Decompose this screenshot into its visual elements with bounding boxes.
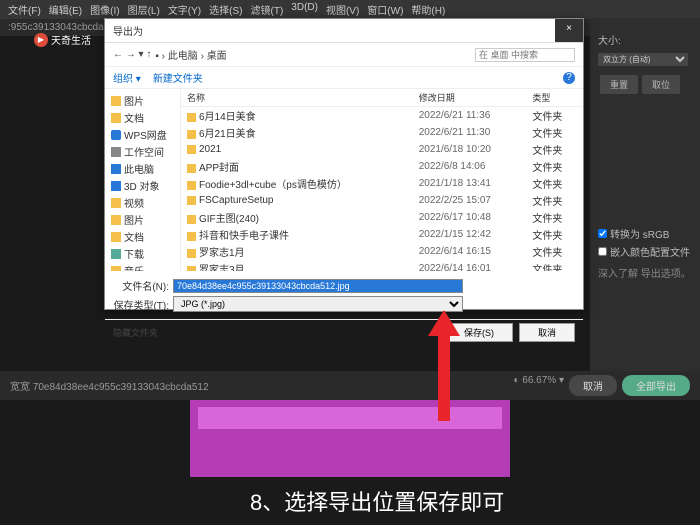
folder-icon xyxy=(111,232,121,242)
folder-icon xyxy=(111,198,121,208)
folder-icon xyxy=(187,145,196,154)
export-options-panel: 大小: 双立方 (自动) 重置取位 转换为 sRGB 嵌入颜色配置文件 深入了解… xyxy=(590,18,700,398)
table-row[interactable]: FSCaptureSetup2022/2/25 15:07文件夹 xyxy=(181,192,583,209)
menu-item[interactable]: 编辑(E) xyxy=(49,2,82,17)
table-row[interactable]: 罗家志1月2022/6/14 16:15文件夹 xyxy=(181,243,583,260)
filename-input[interactable] xyxy=(173,279,463,293)
folder-icon xyxy=(187,113,196,122)
size-label: 大小: xyxy=(598,32,692,47)
table-row[interactable]: APP封面2022/6/8 14:06文件夹 xyxy=(181,158,583,175)
menu-item[interactable]: 3D(D) xyxy=(291,2,318,17)
hide-folders-toggle[interactable]: 隐藏文件夹 xyxy=(113,326,158,339)
sidebar-item[interactable]: 音乐 xyxy=(111,262,174,271)
folder-icon xyxy=(187,215,196,224)
folder-icon xyxy=(187,232,196,241)
preset-select[interactable]: 双立方 (自动) xyxy=(598,53,688,66)
folder-icon xyxy=(111,266,121,272)
folder-icon xyxy=(187,164,196,173)
relayout-button[interactable]: 取位 xyxy=(642,75,680,94)
menu-item[interactable]: 文件(F) xyxy=(8,2,41,17)
menu-item[interactable]: 选择(S) xyxy=(209,2,242,17)
menu-item[interactable]: 文字(Y) xyxy=(168,2,201,17)
sidebar-item[interactable]: 此电脑 xyxy=(111,160,174,177)
table-row[interactable]: 6月14日美食2022/6/21 11:36文件夹 xyxy=(181,107,583,125)
help-icon[interactable]: ? xyxy=(563,72,575,84)
cancel-button[interactable]: 取消 xyxy=(519,323,575,342)
sidebar-item[interactable]: 工作空间 xyxy=(111,143,174,160)
folder-icon xyxy=(111,164,121,174)
folder-icon xyxy=(111,130,121,140)
sidebar-item[interactable]: 图片 xyxy=(111,211,174,228)
folder-icon xyxy=(111,181,121,191)
menu-item[interactable]: 视图(V) xyxy=(326,2,359,17)
watermark: ▶天奇生活 xyxy=(34,32,91,47)
export-status-bar: 宽宽 70e84d38ee4c955c39133043cbcda512 ◐ 66… xyxy=(0,371,700,400)
table-row[interactable]: GIF主图(240)2022/6/17 10:48文件夹 xyxy=(181,209,583,226)
embed-profile-checkbox[interactable]: 嵌入颜色配置文件 xyxy=(598,244,692,259)
export-cancel-button[interactable]: 取消 xyxy=(569,375,617,396)
path-bar[interactable]: ← → ▾ ↑▪ › 此电脑 › 桌面 xyxy=(105,43,583,67)
filetype-select[interactable]: JPG (*.jpg) xyxy=(173,296,463,312)
sidebar-item[interactable]: 视频 xyxy=(111,194,174,211)
logo-icon: ▶ xyxy=(34,33,48,47)
table-row[interactable]: 6月21日美食2022/6/21 11:30文件夹 xyxy=(181,124,583,141)
table-row[interactable]: 抖音和快手电子课件2022/1/15 12:42文件夹 xyxy=(181,226,583,243)
ps-menubar: 文件(F) 编辑(E) 图像(I) 图层(L) 文字(Y) 选择(S) 滤镜(T) 3D(D)… xyxy=(0,0,700,19)
new-folder-button[interactable]: 新建文件夹 xyxy=(153,70,203,85)
menu-item[interactable]: 帮助(H) xyxy=(411,2,445,17)
folder-icon xyxy=(111,215,121,225)
menu-item[interactable]: 图像(I) xyxy=(90,2,119,17)
canvas-preview xyxy=(190,399,510,477)
organize-menu[interactable]: 组织 ▾ xyxy=(113,70,141,85)
learn-more-link[interactable]: 深入了解 导出选项。 xyxy=(598,265,692,280)
menu-item[interactable]: 图层(L) xyxy=(128,2,160,17)
reset-button[interactable]: 重置 xyxy=(600,75,638,94)
instruction-text: 8、选择导出位置保存即可 xyxy=(250,485,504,517)
folder-icon xyxy=(187,196,196,205)
folder-icon xyxy=(111,113,121,123)
folder-icon xyxy=(111,96,121,106)
search-input[interactable] xyxy=(475,48,575,62)
dialog-titlebar: 导出为 × xyxy=(105,19,583,43)
sidebar-item[interactable]: 下载 xyxy=(111,245,174,262)
folder-icon xyxy=(187,181,196,190)
sidebar-item[interactable]: 图片 xyxy=(111,92,174,109)
export-all-button[interactable]: 全部导出 xyxy=(622,375,690,396)
folder-icon xyxy=(187,249,196,258)
menu-item[interactable]: 滤镜(T) xyxy=(251,2,284,17)
folder-icon xyxy=(187,130,196,139)
sidebar-item[interactable]: WPS网盘 xyxy=(111,126,174,143)
table-row[interactable]: 罗家志3月2022/6/14 16:01文件夹 xyxy=(181,260,583,271)
sidebar: 图片文档WPS网盘工作空间此电脑3D 对象视频图片文档下载音乐桌面 xyxy=(105,89,181,271)
convert-srgb-checkbox[interactable]: 转换为 sRGB xyxy=(598,226,692,241)
table-row[interactable]: Foodie+3dl+cube（ps调色模仿）2021/1/18 13:41文件… xyxy=(181,175,583,192)
folder-icon xyxy=(187,266,196,271)
table-row[interactable]: 20212021/6/18 10:20文件夹 xyxy=(181,141,583,158)
sidebar-item[interactable]: 文档 xyxy=(111,228,174,245)
sidebar-item[interactable]: 文档 xyxy=(111,109,174,126)
annotation-arrow xyxy=(438,310,460,421)
sidebar-item[interactable]: 3D 对象 xyxy=(111,177,174,194)
folder-icon xyxy=(111,147,121,157)
save-as-dialog: 导出为 × ← → ▾ ↑▪ › 此电脑 › 桌面 组织 ▾ 新建文件夹 ? 图… xyxy=(104,18,584,310)
file-list[interactable]: 名称修改日期类型 6月14日美食2022/6/21 11:36文件夹6月21日美… xyxy=(181,89,583,271)
folder-icon xyxy=(111,249,121,259)
close-icon[interactable]: × xyxy=(555,19,583,42)
dialog-toolbar: 组织 ▾ 新建文件夹 ? xyxy=(105,67,583,89)
menu-item[interactable]: 窗口(W) xyxy=(367,2,403,17)
